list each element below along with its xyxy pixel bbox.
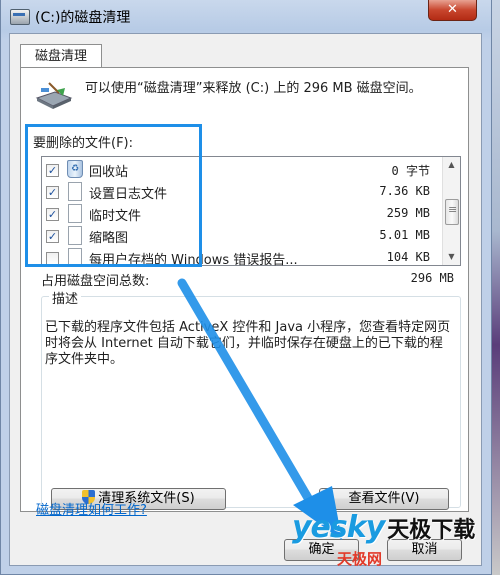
- list-item-name: 回收站: [89, 165, 129, 180]
- close-button[interactable]: ✕: [428, 0, 477, 21]
- recycle-bin-icon: ♻: [67, 160, 83, 178]
- window-title: (C:)的磁盘清理: [35, 10, 131, 26]
- list-item-size: 104 KB: [386, 250, 430, 264]
- watermark-sub: 天极网: [337, 550, 383, 568]
- total-space-value: 296 MB: [410, 271, 454, 285]
- files-list[interactable]: ✓ ♻ 回收站 0 字节 ✓ 设置日志文件 7.36 KB ✓ 临时文件 259…: [41, 156, 461, 269]
- scroll-up-arrow-icon[interactable]: ▲: [443, 157, 460, 173]
- drive-icon: [10, 9, 30, 25]
- list-item[interactable]: ✓ ♻ 回收站 0 字节: [42, 159, 442, 181]
- list-item-size: 7.36 KB: [379, 184, 430, 198]
- disk-cleanup-icon: [35, 82, 73, 109]
- tab-disk-cleanup[interactable]: 磁盘清理: [20, 44, 102, 69]
- list-item[interactable]: ✓ 缩略图 5.01 MB: [42, 225, 442, 247]
- checkbox-unchecked[interactable]: [46, 252, 59, 265]
- desktop-background: [492, 0, 500, 575]
- title-bar[interactable]: (C:)的磁盘清理 ✕: [1, 0, 491, 32]
- list-item-size: 0 字节: [391, 164, 430, 178]
- help-link[interactable]: 磁盘清理如何工作?: [36, 499, 147, 518]
- list-item[interactable]: ✓ 设置日志文件 7.36 KB: [42, 181, 442, 203]
- checkbox-checked[interactable]: ✓: [46, 164, 59, 177]
- tab-page: 可以使用“磁盘清理”来释放 (C:) 上的 296 MB 磁盘空间。 要删除的文…: [20, 67, 469, 512]
- watermark-brand: yesky: [292, 510, 385, 545]
- list-item-size: 5.01 MB: [379, 228, 430, 242]
- list-scrollbar[interactable]: ▲ ▼: [442, 157, 460, 265]
- file-icon: [68, 248, 82, 267]
- checkbox-checked[interactable]: ✓: [46, 186, 59, 199]
- list-item-size: 259 MB: [386, 206, 430, 220]
- scroll-thumb[interactable]: [445, 199, 459, 225]
- list-item[interactable]: 每用户存档的 Windows 错误报告... 104 KB: [42, 247, 442, 269]
- files-to-delete-label: 要删除的文件(F):: [33, 136, 134, 151]
- checkbox-checked[interactable]: ✓: [46, 208, 59, 221]
- watermark-site: 天极下载: [387, 518, 476, 543]
- description-legend: 描述: [49, 288, 82, 307]
- file-icon: [68, 226, 82, 245]
- checkbox-checked[interactable]: ✓: [46, 230, 59, 243]
- description-text: 已下载的程序文件包括 ActiveX 控件和 Java 小程序，您查看特定网页时…: [45, 320, 451, 367]
- list-item-name: 缩略图: [89, 231, 129, 246]
- total-space-label: 占用磁盘空间总数:: [41, 274, 150, 289]
- list-item[interactable]: ✓ 临时文件 259 MB: [42, 203, 442, 225]
- list-item-name: 设置日志文件: [89, 187, 168, 202]
- list-item-name: 临时文件: [89, 209, 142, 224]
- list-item-name: 每用户存档的 Windows 错误报告...: [89, 253, 298, 268]
- watermark: yesky 天极下载 天极网: [292, 510, 476, 568]
- disk-cleanup-window: (C:)的磁盘清理 ✕ 磁盘清理 可以使用“磁盘清理”来释放 (C:) 上的 2…: [0, 0, 492, 575]
- file-icon: [68, 182, 82, 201]
- scroll-down-arrow-icon[interactable]: ▼: [443, 249, 460, 265]
- dialog-body: 磁盘清理 可以使用“磁盘清理”来释放 (C:) 上的 296 MB 磁盘空间。 …: [9, 33, 482, 566]
- file-icon: [68, 204, 82, 223]
- info-text: 可以使用“磁盘清理”来释放 (C:) 上的 296 MB 磁盘空间。: [85, 81, 422, 96]
- view-files-button[interactable]: 查看文件(V): [319, 488, 449, 510]
